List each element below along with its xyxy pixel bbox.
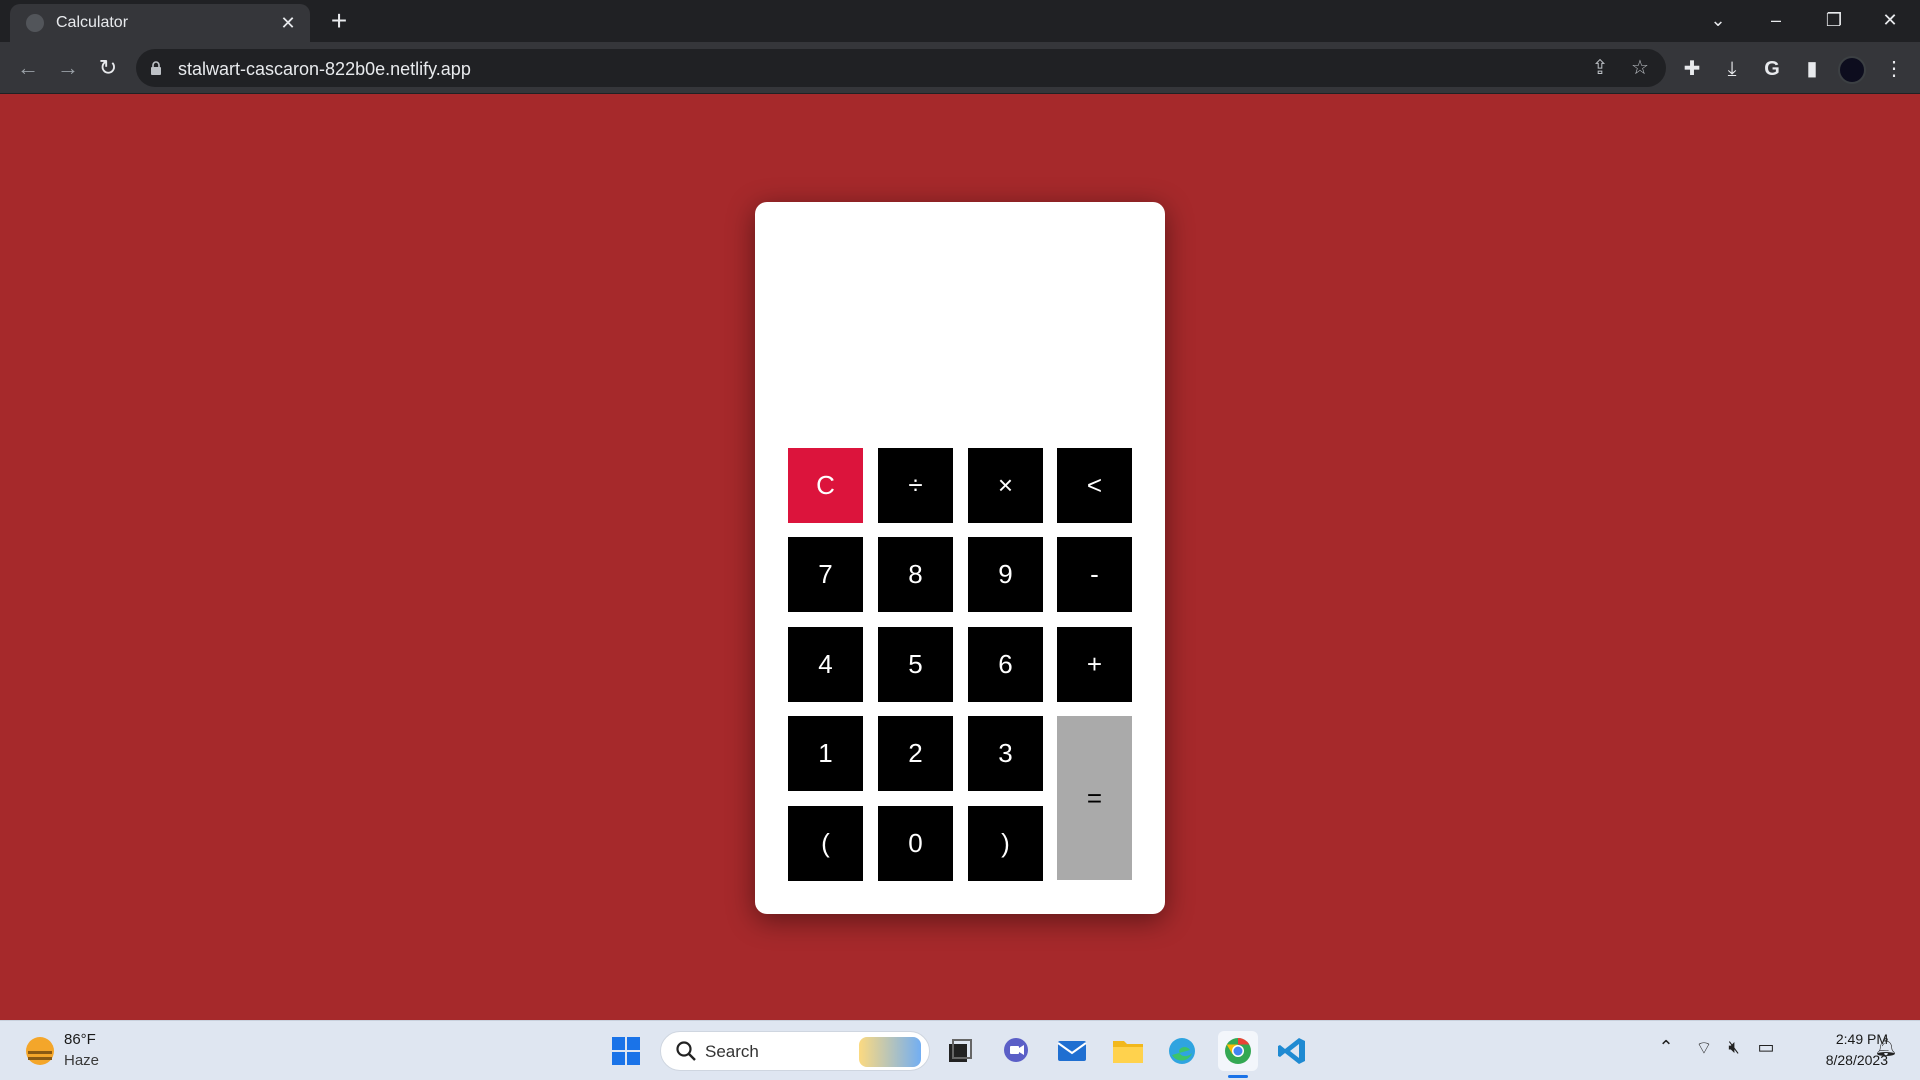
address-bar[interactable]: stalwart-cascaron-822b0e.netlify.app ⇪ ☆ [136,49,1666,87]
show-hidden-icons-icon[interactable]: ⌃ [1652,1037,1680,1058]
mail-icon[interactable] [1052,1031,1092,1071]
profile-avatar[interactable] [1838,56,1866,84]
download-icon[interactable]: ⤓ [1718,55,1746,83]
weather-temperature[interactable]: 86°F [64,1031,96,1048]
new-tab-button[interactable]: + [324,6,354,36]
tab-title: Calculator [56,14,129,31]
search-label: Search [705,1042,759,1061]
calculator-display [775,222,1145,422]
reload-button[interactable]: ↻ [92,52,124,84]
weather-description[interactable]: Haze [64,1052,99,1069]
start-icon[interactable] [606,1031,646,1071]
calculator: C ÷ × < 7 8 9 - 4 5 6 + 1 2 3 = ( 0 ) [755,202,1165,914]
open-paren-button[interactable]: ( [788,806,863,881]
add-button[interactable]: + [1057,627,1132,702]
minimize-button[interactable]: – [1748,0,1804,42]
taskbar-search[interactable]: Search [660,1031,930,1071]
more-menu-icon[interactable]: ⋮ [1880,55,1908,83]
tab-strip: Calculator ✕ + ⌄ – ❐ ✕ [0,0,1920,42]
tab-close-icon[interactable]: ✕ [276,13,300,34]
volume-muted-icon[interactable]: 🔇︎ [1720,1037,1748,1058]
vscode-icon[interactable] [1272,1031,1312,1071]
file-explorer-icon[interactable] [1108,1031,1148,1071]
divide-button[interactable]: ÷ [878,448,953,523]
active-app-indicator [1228,1075,1248,1078]
tab-search-icon[interactable]: ⌄ [1690,0,1746,42]
taskbar: 86°F Haze Search ⌃ ⌔ 🔇︎ ▭ 2:49 PM 8/28/2… [0,1020,1920,1080]
notifications-icon[interactable]: 🔔︎ [1872,1037,1900,1058]
equals-button[interactable]: = [1057,716,1132,880]
lock-icon [151,61,161,75]
subtract-button[interactable]: - [1057,537,1132,612]
browser-tab[interactable]: Calculator ✕ [10,4,310,42]
edge-icon[interactable] [1162,1031,1202,1071]
digit-3-button[interactable]: 3 [968,716,1043,791]
battery-icon[interactable]: ▭ [1752,1037,1780,1058]
chrome-icon[interactable] [1218,1031,1258,1071]
close-paren-button[interactable]: ) [968,806,1043,881]
digit-5-button[interactable]: 5 [878,627,953,702]
multiply-button[interactable]: × [968,448,1043,523]
wifi-icon[interactable]: ⌔ [1690,1037,1718,1060]
task-view-icon[interactable] [940,1031,980,1071]
forward-button[interactable]: → [52,52,84,84]
digit-4-button[interactable]: 4 [788,627,863,702]
restore-button[interactable]: ❐ [1806,0,1862,42]
clear-button[interactable]: C [788,448,863,523]
digit-9-button[interactable]: 9 [968,537,1043,612]
backspace-button[interactable]: < [1057,448,1132,523]
side-panel-icon[interactable]: ▮ [1798,55,1826,83]
digit-7-button[interactable]: 7 [788,537,863,612]
teams-chat-icon[interactable] [996,1031,1036,1071]
share-icon[interactable]: ⇪ [1588,56,1612,80]
digit-0-button[interactable]: 0 [878,806,953,881]
digit-2-button[interactable]: 2 [878,716,953,791]
digit-1-button[interactable]: 1 [788,716,863,791]
digit-6-button[interactable]: 6 [968,627,1043,702]
extensions-icon[interactable]: ✚ [1678,55,1706,83]
weather-haze-icon[interactable] [26,1037,54,1065]
globe-icon [26,14,44,32]
google-g-icon[interactable]: G [1758,55,1786,83]
digit-8-button[interactable]: 8 [878,537,953,612]
url-text: stalwart-cascaron-822b0e.netlify.app [178,59,471,79]
search-icon [676,1041,696,1061]
back-button[interactable]: ← [12,52,44,84]
browser-toolbar: ← → ↻ stalwart-cascaron-822b0e.netlify.a… [0,42,1920,94]
close-window-button[interactable]: ✕ [1862,0,1918,42]
search-highlight-icon [859,1037,921,1067]
bookmark-star-icon[interactable]: ☆ [1628,56,1652,80]
